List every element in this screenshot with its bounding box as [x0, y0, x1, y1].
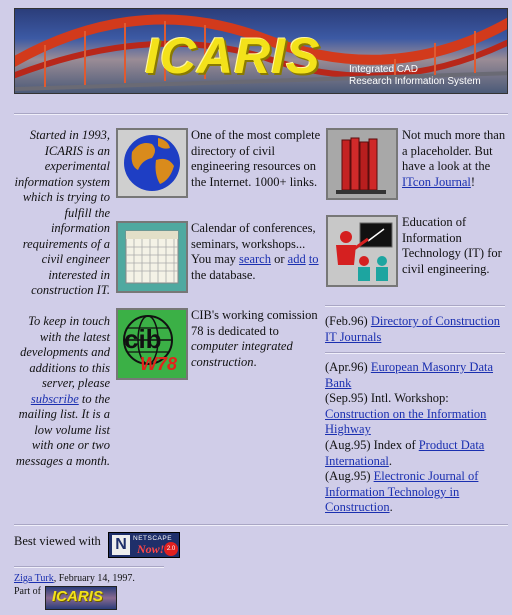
itcon-journal-link[interactable]: ITcon Journal: [402, 175, 471, 189]
calendar-description: Calendar of conferences, seminars, works…: [191, 221, 324, 283]
author-date: , February 14, 1997.: [53, 573, 135, 584]
education-graphic: [336, 222, 393, 281]
globe-icon[interactable]: [116, 128, 188, 198]
icaris-mini-banner[interactable]: ICARIS: [45, 586, 117, 610]
news-date: (Sep.95) Intl. Workshop:: [325, 391, 449, 405]
mini-logo-text: ICARIS: [52, 588, 103, 605]
intro-text: Started in 1993, ICARIS is an experiment…: [14, 128, 110, 297]
news-item: (Aug.95) Index of Product Data Internati…: [325, 438, 507, 469]
calendar-text-middle: or: [270, 252, 288, 266]
news-item: (Aug.95) Electronic Journal of Informati…: [325, 469, 507, 516]
search-link[interactable]: search: [239, 252, 271, 266]
education-icon[interactable]: [326, 215, 398, 287]
placeholder-text-before: Not much more than a placeholder. But ha…: [402, 128, 506, 173]
cib-label: cib: [124, 324, 162, 354]
news-item: (Sep.95) Intl. Workshop: Construction on…: [325, 391, 507, 438]
banner-subtitle-line1: Integrated CAD: [349, 64, 418, 75]
news-item: (Feb.96) Directory of Construction IT Jo…: [325, 314, 507, 345]
placeholder-text-after: !: [470, 174, 476, 189]
news-date: (Apr.96): [325, 360, 371, 374]
education-description: Education of Information Technology (IT)…: [402, 215, 502, 276]
globe-graphic: [124, 135, 180, 191]
icaris-banner: ICARIS Integrated CAD Research Informati…: [14, 8, 508, 94]
cib-w78-icon[interactable]: cib W78: [116, 308, 188, 380]
author-divider: [14, 566, 164, 568]
keep-in-touch-text: To keep in touch with the latest develop…: [14, 314, 110, 469]
netscape-label: NETSCAPE: [133, 535, 173, 542]
news-divider-top: [325, 305, 505, 307]
placeholder-description: Not much more than a placeholder. But ha…: [402, 128, 508, 190]
directory-description: One of the most complete directory of ci…: [191, 128, 321, 189]
author-link[interactable]: Ziga Turk: [14, 573, 54, 584]
top-divider: [14, 113, 508, 115]
to-link[interactable]: to: [309, 252, 319, 266]
part-of-text: Part of: [14, 586, 41, 597]
calendar-text-after: the database.: [191, 267, 256, 282]
best-viewed-text: Best viewed with: [14, 534, 101, 548]
cib-text-after: .: [253, 354, 257, 369]
cib-text-emphasis: computer integrated construction: [191, 339, 293, 369]
banner-subtitle: Integrated CAD Research Information Syst…: [349, 64, 499, 88]
calendar-icon[interactable]: [116, 221, 188, 293]
netscape-version-badge: 2.0: [164, 542, 178, 556]
news-date: (Aug.95): [325, 469, 374, 483]
netscape-now-button[interactable]: N NETSCAPE Now! 2.0: [108, 532, 180, 558]
banner-logo-text: ICARIS: [145, 28, 321, 84]
bookshelf-graphic: [336, 137, 386, 194]
keep-in-touch-before: To keep in touch with the latest develop…: [20, 314, 110, 390]
banner-subtitle-line2: Research Information System: [349, 76, 481, 87]
netscape-now-label: Now!: [137, 542, 165, 556]
netscape-n-logo: N: [112, 535, 130, 555]
cib-description: CIB's working comission 78 is dedicated …: [191, 308, 321, 370]
cib-text-before: CIB's working comission 78 is dedicated …: [191, 308, 318, 338]
news-item: (Apr.96) European Masonry Data Bank: [325, 360, 507, 391]
news-divider-middle: [325, 352, 505, 354]
news-after: .: [388, 453, 392, 468]
add-link[interactable]: add: [288, 252, 306, 266]
news-after: .: [389, 500, 393, 514]
subscribe-link[interactable]: subscribe: [31, 392, 79, 406]
news-date: (Feb.96): [325, 314, 371, 328]
bookshelf-icon[interactable]: [326, 128, 398, 200]
news-link[interactable]: Construction on the Information Highway: [325, 407, 486, 437]
footer-divider: [14, 524, 508, 526]
author-line: Ziga Turk, February 14, 1997.: [14, 573, 135, 585]
w78-label: W78: [140, 354, 178, 374]
news-date: (Aug.95) Index of: [325, 438, 419, 452]
calendar-graphic: [125, 230, 179, 284]
